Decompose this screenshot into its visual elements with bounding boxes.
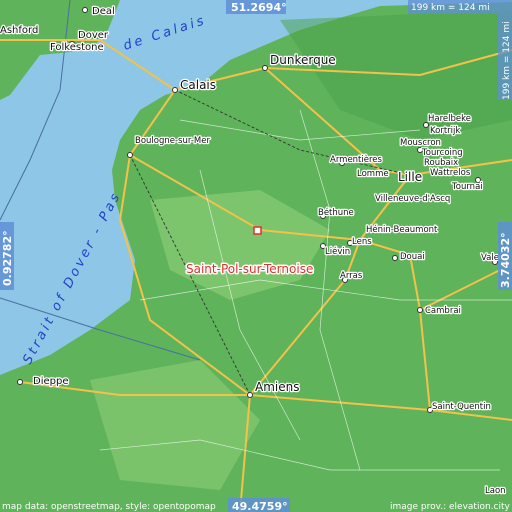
city-label-cambrai: Cambrai <box>425 306 461 316</box>
city-label-dieppe: Dieppe <box>33 376 68 387</box>
city-label-wattrelos: Wattrelos <box>430 168 471 178</box>
coord-top-lat: 51.2694° <box>231 1 287 14</box>
city-label-arras: Arras <box>340 271 363 281</box>
city-label-boulogne: Boulogne-sur-Mer <box>135 136 210 146</box>
scale-right: 199 km = 124 mi <box>502 21 512 100</box>
city-label-bethune: Béthune <box>318 207 354 218</box>
coord-left-lon: 0.92782° <box>1 230 14 286</box>
city-label-saint-quentin: Saint-Quentin <box>432 402 491 412</box>
coord-bottom-lat: 49.4759° <box>232 500 288 512</box>
city-label-calais: Calais <box>180 78 216 92</box>
city-label-harelbeke: Harelbeke <box>428 114 471 124</box>
city-label-amiens: Amiens <box>255 380 299 394</box>
scale-top: 199 km = 124 mi <box>411 3 490 13</box>
city-label-lens: Lens <box>352 237 372 247</box>
focus-city-marker[interactable] <box>253 226 262 235</box>
city-label-kortrijk: Kortrijk <box>430 126 460 136</box>
city-label-lievin: Liévin <box>325 246 350 257</box>
city-label-dover: Dover <box>78 30 109 41</box>
city-label-tournai: Tournai <box>451 182 483 192</box>
city-label-henin: Hénin-Beaumont <box>366 224 438 235</box>
city-label-lomme: Lomme <box>357 169 389 179</box>
city-label-lille: Lille <box>398 170 422 184</box>
city-label-dunkerque: Dunkerque <box>270 53 336 67</box>
city-label-villeneuve: Villeneuve-d'Ascq <box>375 194 450 204</box>
city-label-douai: Douai <box>400 252 425 262</box>
city-label-mouscron: Mouscron <box>400 138 441 148</box>
focus-city-label: Saint-Pol-sur-Ternoise <box>186 262 313 276</box>
attribution-right: image prov.: elevation.city <box>390 502 510 512</box>
coord-right-lon: 3.74032° <box>499 232 512 288</box>
city-label-ashford: Ashford <box>0 25 38 36</box>
city-label-tourcoing: Tourcoing <box>421 148 463 158</box>
city-label-armentieres: Armentières <box>330 154 383 165</box>
city-label-folkestone: Folkestone <box>50 42 104 53</box>
city-label-deal: Deal <box>92 6 115 17</box>
city-label-roubaix: Roubaix <box>424 158 458 168</box>
attribution-left: map data: openstreetmap, style: opentopo… <box>2 502 216 512</box>
city-label-valenciennes: Vale <box>481 253 499 263</box>
terrain-map: Strait of Dover - Pas de Calais Deal Ash… <box>0 0 512 512</box>
map-canvas[interactable]: Strait of Dover - Pas de Calais Deal Ash… <box>0 0 512 512</box>
city-label-laon: Laon <box>485 486 506 496</box>
